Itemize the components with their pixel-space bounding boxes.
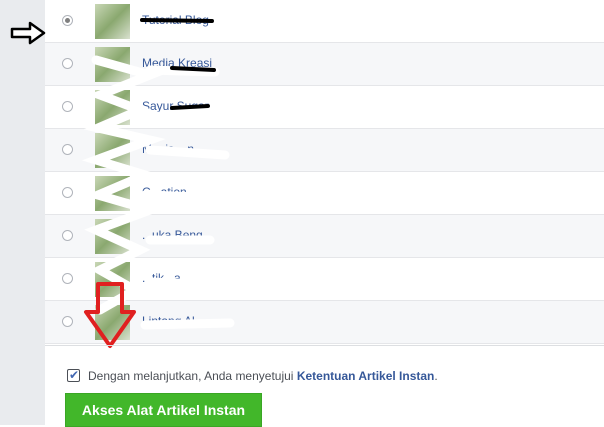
radio-icon[interactable]	[62, 15, 73, 26]
radio-icon[interactable]	[62, 101, 73, 112]
page-name[interactable]: ...tik...a	[142, 271, 181, 285]
page-row[interactable]: Sayur Sugar	[45, 86, 604, 129]
page-avatar	[95, 4, 130, 39]
checkbox-icon[interactable]: ✔	[67, 368, 80, 382]
page-name[interactable]: ...uka Benq	[142, 228, 203, 242]
check-mark-icon: ✔	[69, 368, 80, 382]
access-instant-articles-button[interactable]: Akses Alat Artikel Instan	[65, 393, 262, 427]
page-name[interactable]: Manis....n	[142, 142, 194, 156]
page-avatar	[95, 176, 130, 211]
terms-link[interactable]: Ketentuan Artikel Instan	[297, 369, 435, 383]
page-name[interactable]: C...ation	[142, 185, 187, 199]
page-avatar	[95, 90, 130, 125]
radio-icon[interactable]	[62, 187, 73, 198]
radio-icon[interactable]	[62, 316, 73, 327]
page-avatar	[95, 305, 130, 340]
page-avatar	[95, 262, 130, 297]
terms-agreement: Dengan melanjutkan, Anda menyetujui Kete…	[88, 369, 438, 383]
page-avatar	[95, 133, 130, 168]
page-row[interactable]: Lintang Al...	[45, 301, 604, 344]
page-name[interactable]: Sayur Sugar	[142, 99, 209, 113]
page-row[interactable]: Media Kreasi	[45, 43, 604, 86]
terms-suffix: .	[434, 369, 438, 383]
page-name[interactable]: Media Kreasi	[142, 56, 212, 70]
page-name[interactable]: Tutorial Blog	[142, 13, 209, 27]
page-avatar	[95, 47, 130, 82]
left-gutter	[0, 0, 45, 425]
page-list: Tutorial Blog Media Kreasi Sayur Sugar M…	[45, 0, 604, 345]
page-row[interactable]: ...tik...a	[45, 258, 604, 301]
terms-prefix: Dengan melanjutkan, Anda menyetujui	[88, 369, 297, 383]
page-avatar	[95, 219, 130, 254]
footer-divider	[45, 345, 604, 346]
page-row[interactable]: C...ation	[45, 172, 604, 215]
page-row[interactable]: Tutorial Blog	[45, 0, 604, 43]
radio-icon[interactable]	[62, 230, 73, 241]
radio-icon[interactable]	[62, 273, 73, 284]
page-name[interactable]: Lintang Al...	[142, 314, 205, 328]
radio-icon[interactable]	[62, 58, 73, 69]
page-row[interactable]: Manis....n	[45, 129, 604, 172]
radio-icon[interactable]	[62, 144, 73, 155]
page-row[interactable]: ...uka Benq	[45, 215, 604, 258]
